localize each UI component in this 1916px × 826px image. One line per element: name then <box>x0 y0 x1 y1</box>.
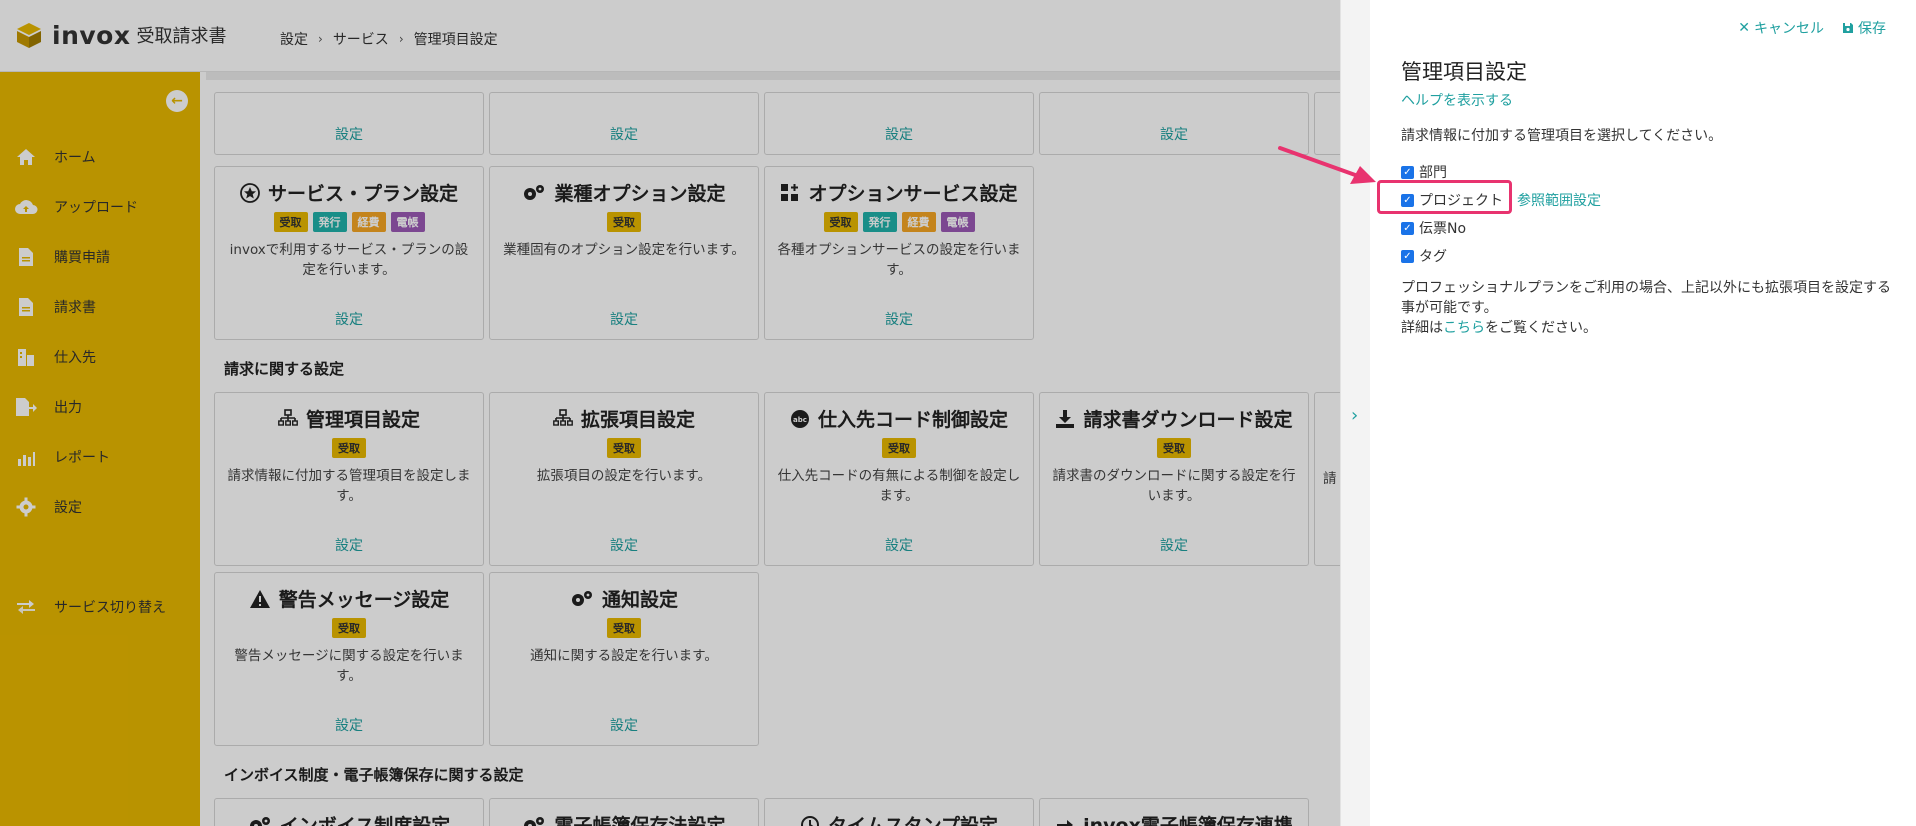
management-items-checklist: ✓ 部門 ✓ プロジェクト 参照範囲設定 ✓ 伝票No ✓ タグ <box>1401 158 1601 270</box>
note-suffix: をご覧ください。 <box>1485 320 1597 336</box>
save-button[interactable]: 保存 <box>1842 18 1886 38</box>
details-link[interactable]: こちら <box>1443 320 1485 336</box>
save-label: 保存 <box>1858 21 1886 37</box>
base-app: invox 受取請求書 設定 › サービス › 管理項目設定 ← ホーム アップ… <box>0 0 1340 826</box>
settings-drawer: ✕ キャンセル 保存 管理項目設定 ヘルプを表示する 請求情報に付加する管理項目… <box>1370 0 1916 826</box>
checkbox-department[interactable]: ✓ <box>1401 165 1414 179</box>
floppy-disk-icon <box>1843 23 1853 33</box>
modal-backdrop[interactable] <box>0 0 1340 826</box>
instruction-text: 請求情報に付加する管理項目を選択してください。 <box>1401 128 1723 144</box>
highlight-box <box>1377 180 1512 214</box>
cancel-button[interactable]: ✕ キャンセル <box>1738 18 1824 38</box>
pro-plan-note: プロフェッショナルプランをご利用の場合、上記以外にも拡張項目を設定する事が可能で… <box>1401 278 1901 338</box>
checkbox-tag[interactable]: ✓ <box>1401 249 1414 263</box>
close-icon: ✕ <box>1738 20 1750 36</box>
reference-range-link[interactable]: 参照範囲設定 <box>1517 190 1601 210</box>
chevron-right-icon[interactable]: › <box>1351 405 1358 426</box>
checkbox-row-slip-no: ✓ 伝票No <box>1401 214 1601 242</box>
drawer-edge: › <box>1340 0 1370 826</box>
drawer-actions: ✕ キャンセル 保存 <box>1738 18 1886 38</box>
note-text: プロフェッショナルプランをご利用の場合、上記以外にも拡張項目を設定する事が可能で… <box>1401 280 1891 316</box>
checkbox-row-tag: ✓ タグ <box>1401 242 1601 270</box>
cancel-label: キャンセル <box>1754 21 1824 37</box>
drawer-title: 管理項目設定 <box>1401 60 1527 84</box>
checkbox-slip-no[interactable]: ✓ <box>1401 221 1414 235</box>
checkbox-label[interactable]: 部門 <box>1419 162 1447 182</box>
checkbox-label[interactable]: タグ <box>1419 246 1447 266</box>
checkbox-label[interactable]: 伝票No <box>1419 218 1466 238</box>
help-link[interactable]: ヘルプを表示する <box>1401 90 1513 110</box>
pointer-arrow-icon <box>1278 146 1376 184</box>
note-details: 詳細はこちらをご覧ください。 <box>1401 318 1901 338</box>
note-prefix: 詳細は <box>1401 320 1443 336</box>
